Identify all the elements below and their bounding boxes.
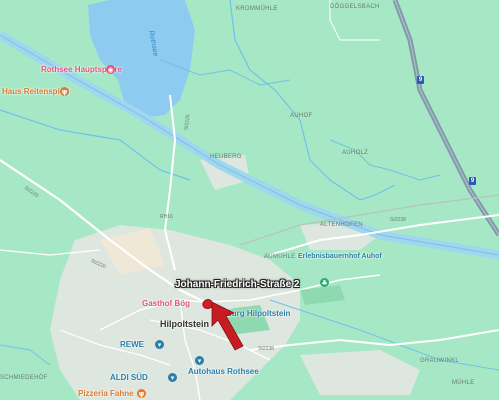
address-label: Johann-Friedrich-Straße 2 bbox=[175, 279, 300, 290]
poi-label-autohaus[interactable]: Autohaus Rothsee bbox=[188, 368, 259, 376]
poi-label-pizzeria[interactable]: Pizzeria Fahne bbox=[78, 390, 134, 398]
cart-icon[interactable]: ▾ bbox=[168, 373, 177, 382]
locality-schmiedehoef: SCHMIEDEHÖF bbox=[0, 375, 48, 381]
map-base bbox=[0, 0, 499, 400]
locality-doggelsbach: DÖGGELSBACH bbox=[330, 4, 380, 10]
rothsee-lake bbox=[88, 0, 195, 118]
stream bbox=[229, 0, 311, 161]
stream bbox=[0, 344, 51, 366]
motorway-shield: 9 bbox=[417, 76, 424, 84]
locality-auholz: AUHOLZ bbox=[342, 150, 369, 156]
map-canvas[interactable]: Rothsee Rothsee Hauptsperre ◉ Haus Reite… bbox=[0, 0, 499, 400]
poi-label-gasthof[interactable]: Gasthof Bög bbox=[142, 300, 190, 308]
locality-grauwinkl: GRAUWINKL bbox=[420, 358, 460, 364]
fork-knife-icon[interactable]: ψ bbox=[60, 87, 69, 96]
stream bbox=[309, 159, 396, 201]
locality-auhof: AUHOF bbox=[290, 113, 313, 119]
cart-icon[interactable]: ▾ bbox=[195, 356, 204, 365]
motorway-a9 bbox=[392, 0, 499, 237]
locality-altenhofen: ALTENHOFEN bbox=[320, 222, 363, 228]
stream bbox=[0, 109, 191, 181]
road-label-rh16: RH16 bbox=[160, 214, 173, 220]
locality-aumuehle: AUMÜHLE bbox=[264, 254, 296, 260]
poi-label-burg[interactable]: Burg Hilpoltstein bbox=[226, 310, 290, 318]
locality-heuberg: HEUBERG bbox=[210, 154, 242, 160]
urban-area-se bbox=[300, 350, 420, 395]
stream bbox=[329, 139, 441, 181]
camera-icon[interactable]: ◉ bbox=[106, 65, 115, 74]
motorway-shield: 9 bbox=[469, 177, 476, 185]
locality-krommuehle: KROMMÜHLE bbox=[236, 6, 278, 12]
fork-knife-icon[interactable]: ψ bbox=[137, 389, 146, 398]
locality-muehle: MÜHLE bbox=[452, 380, 475, 386]
location-pin[interactable] bbox=[203, 299, 213, 309]
road-label-st2238a: St2238 bbox=[390, 217, 406, 223]
tree-icon[interactable]: ♣ bbox=[320, 278, 329, 287]
cart-icon[interactable]: ▾ bbox=[155, 340, 164, 349]
road-label-st2238b: St2238 bbox=[258, 346, 274, 352]
town-label-hilpoltstein: Hilpoltstein bbox=[160, 319, 209, 329]
poi-label-aldi[interactable]: ALDI SÜD bbox=[110, 374, 148, 382]
poi-label-rewe[interactable]: REWE bbox=[120, 341, 144, 349]
poi-label-erlebnisbauernhof[interactable]: Erlebnisbauernhof Auhof bbox=[298, 253, 382, 260]
